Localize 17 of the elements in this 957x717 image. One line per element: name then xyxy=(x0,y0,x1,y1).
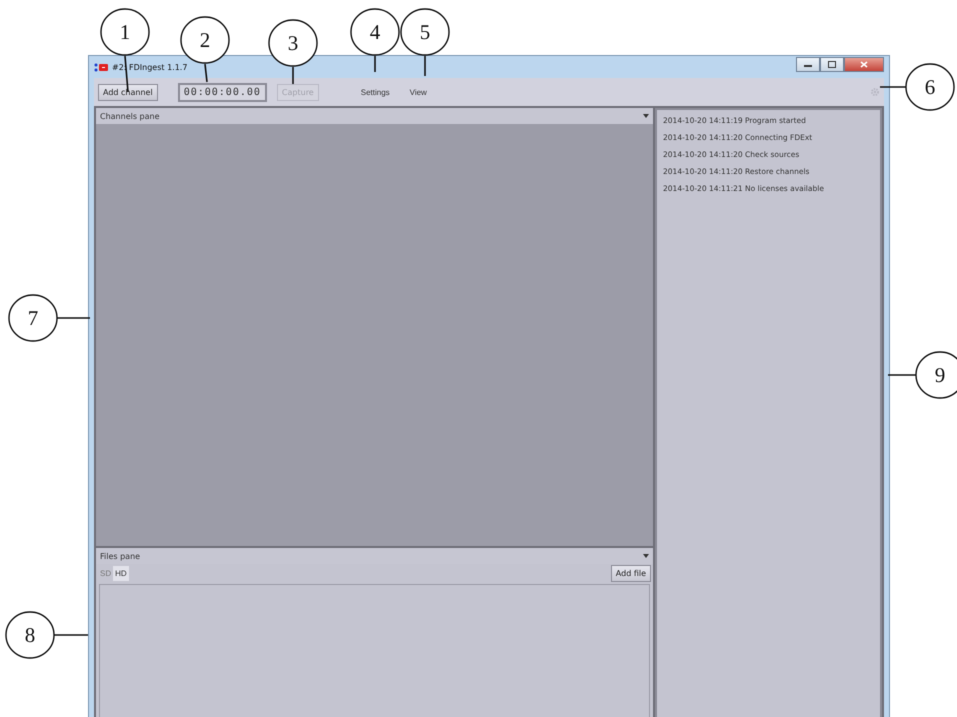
settings-menu[interactable]: Settings xyxy=(358,86,392,98)
close-icon xyxy=(860,60,868,68)
timecode-display: 00:00:00.00 xyxy=(178,82,267,102)
add-file-button[interactable]: Add file xyxy=(610,564,651,582)
pane-title: Channels pane xyxy=(100,112,161,120)
dropdown-arrow-icon[interactable] xyxy=(643,554,649,558)
maximize-icon xyxy=(828,60,836,68)
app-logo-icon xyxy=(94,62,108,72)
view-menu[interactable]: View xyxy=(408,86,429,98)
pane-title: Files pane xyxy=(100,552,142,560)
close-button[interactable] xyxy=(844,56,884,72)
minimize-button[interactable] xyxy=(796,56,820,72)
add-channel-button[interactable]: Add channel xyxy=(98,84,158,100)
window-title: #2: FDIngest 1.1.7 xyxy=(112,62,188,72)
dropdown-arrow-icon[interactable] xyxy=(643,114,649,118)
tab[interactable]: HD xyxy=(113,566,129,580)
maximize-button[interactable] xyxy=(820,56,844,72)
